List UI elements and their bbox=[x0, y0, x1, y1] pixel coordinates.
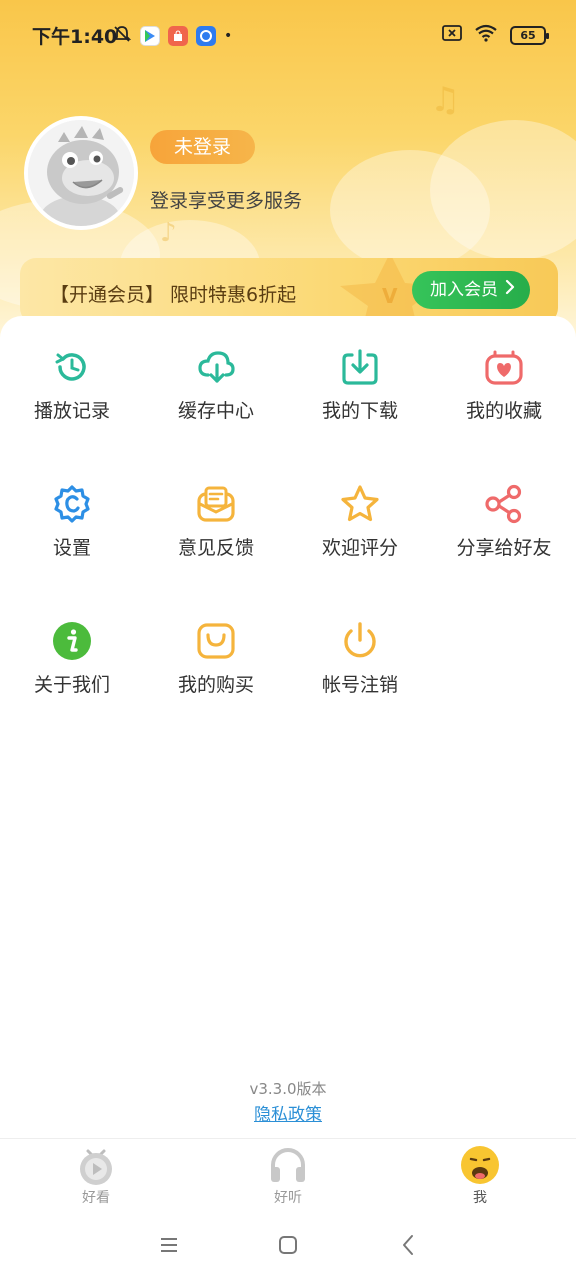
chevron-right-icon bbox=[504, 271, 516, 309]
version-text: v3.3.0版本 bbox=[249, 1080, 327, 1098]
history-icon bbox=[51, 346, 93, 388]
cloud-download-icon bbox=[195, 346, 237, 388]
main-panel: 播放记录 缓存中心 我的下载 我的收藏 设置 意见反馈 欢迎评分 分享给好友 关… bbox=[0, 316, 576, 1138]
menu-item-label: 意见反馈 bbox=[177, 537, 254, 559]
tab-haokan[interactable]: 好看 bbox=[0, 1139, 192, 1210]
download-icon bbox=[339, 346, 381, 388]
menu-icon[interactable] bbox=[156, 1232, 182, 1258]
bottom-tab-bar: 好看 好听 我 bbox=[0, 1138, 576, 1210]
play-store-icon bbox=[140, 26, 160, 46]
menu-item-label: 分享给好友 bbox=[456, 537, 552, 559]
menu-item-feedback[interactable]: 意见反馈 bbox=[144, 483, 288, 620]
menu-item-delete-account[interactable]: 帐号注销 bbox=[288, 620, 432, 757]
home-icon[interactable] bbox=[275, 1232, 301, 1258]
status-time: 下午1:40 bbox=[32, 26, 118, 48]
menu-item-share[interactable]: 分享给好友 bbox=[432, 483, 576, 620]
tab-me[interactable]: 我 bbox=[384, 1139, 576, 1210]
gear-icon bbox=[51, 483, 93, 525]
menu-grid: 播放记录 缓存中心 我的下载 我的收藏 设置 意见反馈 欢迎评分 分享给好友 关… bbox=[0, 346, 576, 757]
heart-bag-icon bbox=[483, 346, 525, 388]
notification-icons: • bbox=[112, 24, 232, 48]
battery-indicator: 65 bbox=[510, 25, 549, 45]
vip-banner[interactable]: V 【开通会员】 限时特惠6折起 加入会员 bbox=[20, 258, 558, 324]
system-status-icons: 65 bbox=[442, 24, 549, 46]
tab-label: 好看 bbox=[82, 1190, 110, 1206]
bell-muted-icon bbox=[112, 24, 132, 48]
menu-item-play-history[interactable]: 播放记录 bbox=[0, 346, 144, 483]
menu-item-my-favorites[interactable]: 我的收藏 bbox=[432, 346, 576, 483]
system-nav-bar bbox=[0, 1210, 576, 1280]
menu-item-label: 我的购买 bbox=[177, 674, 254, 696]
join-vip-button[interactable]: 加入会员 bbox=[412, 271, 530, 309]
menu-item-label: 我的收藏 bbox=[465, 400, 542, 422]
shopping-bag-icon bbox=[195, 620, 237, 662]
no-sim-icon bbox=[442, 25, 462, 45]
avatar[interactable] bbox=[24, 116, 138, 230]
menu-item-settings[interactable]: 设置 bbox=[0, 483, 144, 620]
dot-icon: • bbox=[224, 28, 233, 44]
tab-label: 好听 bbox=[274, 1190, 302, 1206]
shopping-app-icon bbox=[168, 26, 188, 46]
menu-item-about-us[interactable]: 关于我们 bbox=[0, 620, 144, 757]
tab-label: 我 bbox=[473, 1190, 487, 1206]
menu-item-label: 帐号注销 bbox=[321, 674, 398, 696]
join-vip-label: 加入会员 bbox=[430, 280, 498, 300]
login-hint[interactable]: 登录享受更多服务 bbox=[150, 186, 302, 213]
menu-item-label: 关于我们 bbox=[33, 674, 110, 696]
menu-item-label: 设置 bbox=[52, 537, 91, 559]
menu-item-my-purchases[interactable]: 我的购买 bbox=[144, 620, 288, 757]
share-icon bbox=[483, 483, 525, 525]
browser-app-icon bbox=[196, 26, 216, 46]
dinosaur-avatar-icon bbox=[28, 120, 134, 226]
menu-item-label: 我的下载 bbox=[321, 400, 398, 422]
feedback-mail-icon bbox=[195, 483, 237, 525]
power-icon bbox=[339, 620, 381, 662]
tv-play-icon bbox=[80, 1149, 112, 1185]
status-bar: 下午1:40 • 65 bbox=[0, 0, 576, 70]
menu-item-cache-center[interactable]: 缓存中心 bbox=[144, 346, 288, 483]
menu-item-rate-us[interactable]: 欢迎评分 bbox=[288, 483, 432, 620]
back-icon[interactable] bbox=[396, 1232, 422, 1258]
face-icon bbox=[461, 1146, 499, 1184]
vip-promo-text: 【开通会员】 限时特惠6折起 bbox=[50, 284, 297, 306]
menu-item-label: 播放记录 bbox=[33, 400, 110, 422]
headphones-icon bbox=[271, 1148, 305, 1182]
privacy-policy-link[interactable]: 隐私政策 bbox=[0, 1100, 576, 1125]
menu-item-label: 欢迎评分 bbox=[321, 537, 398, 559]
info-icon bbox=[51, 620, 93, 662]
login-status-button[interactable]: 未登录 bbox=[150, 130, 256, 164]
menu-item-my-downloads[interactable]: 我的下载 bbox=[288, 346, 432, 483]
star-icon bbox=[339, 483, 381, 525]
svg-text:V: V bbox=[382, 284, 398, 308]
wifi-icon bbox=[474, 24, 498, 46]
tab-haoting[interactable]: 好听 bbox=[192, 1139, 384, 1210]
menu-item-label: 缓存中心 bbox=[177, 400, 254, 422]
